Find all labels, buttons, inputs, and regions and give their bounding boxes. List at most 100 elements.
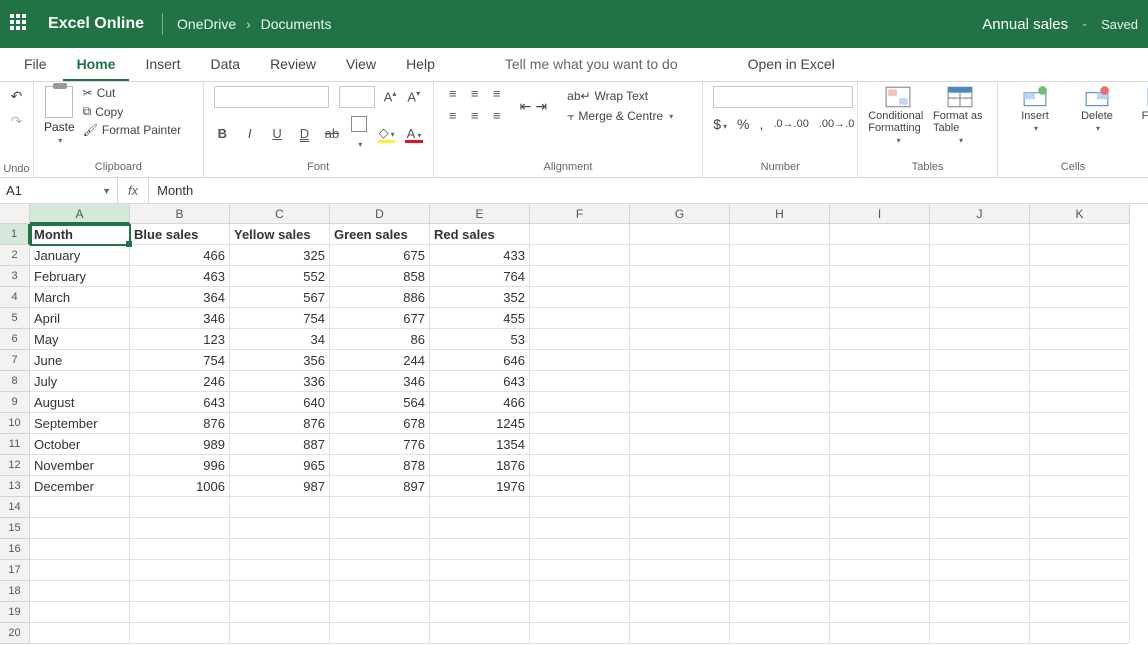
row-header[interactable]: 9 <box>0 392 30 413</box>
cell[interactable]: December <box>30 476 130 497</box>
cell[interactable]: 1006 <box>130 476 230 497</box>
tab-review[interactable]: Review <box>256 48 330 81</box>
cell[interactable] <box>1030 560 1130 581</box>
cell[interactable]: 764 <box>430 266 530 287</box>
wrap-text-button[interactable]: ab↵Wrap Text <box>567 89 673 103</box>
row-header[interactable]: 18 <box>0 581 30 602</box>
cell[interactable] <box>730 581 830 602</box>
cell[interactable]: January <box>30 245 130 266</box>
cell[interactable] <box>30 518 130 539</box>
cell[interactable] <box>530 329 630 350</box>
cell[interactable] <box>930 392 1030 413</box>
document-title[interactable]: Annual sales <box>982 16 1068 33</box>
cell[interactable] <box>630 497 730 518</box>
cell[interactable]: July <box>30 371 130 392</box>
cell[interactable] <box>230 602 330 623</box>
cell[interactable] <box>330 560 430 581</box>
column-header[interactable]: B <box>130 204 230 224</box>
cell[interactable]: 346 <box>130 308 230 329</box>
cell[interactable] <box>130 560 230 581</box>
cell[interactable] <box>30 560 130 581</box>
cell[interactable] <box>530 602 630 623</box>
cell[interactable] <box>630 245 730 266</box>
cell[interactable] <box>830 371 930 392</box>
cell[interactable] <box>730 308 830 329</box>
cell[interactable] <box>830 287 930 308</box>
row-header[interactable]: 14 <box>0 497 30 518</box>
cell[interactable] <box>930 329 1030 350</box>
double-underline-button[interactable]: D <box>296 126 313 141</box>
cell[interactable] <box>730 224 830 245</box>
cell[interactable] <box>330 602 430 623</box>
cell[interactable] <box>1030 497 1130 518</box>
align-left-button[interactable]: ≡ <box>444 108 462 126</box>
cell[interactable] <box>830 413 930 434</box>
cell[interactable] <box>930 497 1030 518</box>
cell[interactable]: 364 <box>130 287 230 308</box>
row-header[interactable]: 2 <box>0 245 30 266</box>
cell[interactable] <box>830 350 930 371</box>
cell[interactable] <box>1030 623 1130 644</box>
comma-format-button[interactable]: , <box>759 116 763 132</box>
cell[interactable] <box>730 623 830 644</box>
row-header[interactable]: 12 <box>0 455 30 476</box>
cell[interactable] <box>430 518 530 539</box>
fx-icon[interactable]: fx <box>118 178 149 203</box>
cell[interactable] <box>1030 392 1130 413</box>
cell[interactable] <box>230 518 330 539</box>
cell[interactable] <box>630 371 730 392</box>
cell[interactable] <box>730 539 830 560</box>
cell[interactable] <box>730 413 830 434</box>
cell[interactable] <box>430 623 530 644</box>
cell[interactable] <box>630 287 730 308</box>
cell[interactable]: 887 <box>230 434 330 455</box>
cell[interactable]: October <box>30 434 130 455</box>
cell[interactable] <box>530 518 630 539</box>
cell[interactable] <box>730 266 830 287</box>
cell[interactable] <box>1030 350 1130 371</box>
insert-cells-button[interactable]: Insert▾ <box>1008 86 1062 133</box>
cell[interactable] <box>30 539 130 560</box>
cell[interactable] <box>130 581 230 602</box>
cell[interactable] <box>730 350 830 371</box>
cell[interactable]: 325 <box>230 245 330 266</box>
cell[interactable] <box>930 518 1030 539</box>
cell[interactable]: 564 <box>330 392 430 413</box>
column-header[interactable]: J <box>930 204 1030 224</box>
font-color-button[interactable]: A▾ <box>405 126 422 141</box>
cell[interactable] <box>630 224 730 245</box>
app-launcher-icon[interactable] <box>10 14 30 34</box>
cell[interactable] <box>530 539 630 560</box>
cell[interactable]: 776 <box>330 434 430 455</box>
row-header[interactable]: 3 <box>0 266 30 287</box>
cell[interactable] <box>830 581 930 602</box>
decrease-indent-button[interactable]: ⇤ <box>520 98 532 115</box>
cell[interactable] <box>830 245 930 266</box>
row-header[interactable]: 20 <box>0 623 30 644</box>
cell[interactable] <box>730 602 830 623</box>
cell[interactable] <box>230 623 330 644</box>
increase-indent-button[interactable]: ⇥ <box>535 98 547 115</box>
cell[interactable] <box>730 455 830 476</box>
cell[interactable] <box>830 539 930 560</box>
cell[interactable] <box>1030 224 1130 245</box>
cell[interactable] <box>30 602 130 623</box>
font-size-select[interactable] <box>339 86 375 108</box>
cell[interactable] <box>630 539 730 560</box>
cell[interactable]: Month <box>30 224 130 245</box>
cell[interactable]: 433 <box>430 245 530 266</box>
cell[interactable]: 246 <box>130 371 230 392</box>
cell[interactable]: 996 <box>130 455 230 476</box>
cell[interactable] <box>1030 371 1130 392</box>
cell[interactable] <box>930 560 1030 581</box>
cell[interactable]: May <box>30 329 130 350</box>
cell[interactable] <box>930 602 1030 623</box>
row-header[interactable]: 8 <box>0 371 30 392</box>
cell[interactable]: 336 <box>230 371 330 392</box>
name-box[interactable]: A1 ▼ <box>0 178 118 203</box>
cell[interactable]: 675 <box>330 245 430 266</box>
cell[interactable] <box>630 560 730 581</box>
cell[interactable] <box>730 497 830 518</box>
cell[interactable] <box>1030 413 1130 434</box>
cell[interactable] <box>530 350 630 371</box>
